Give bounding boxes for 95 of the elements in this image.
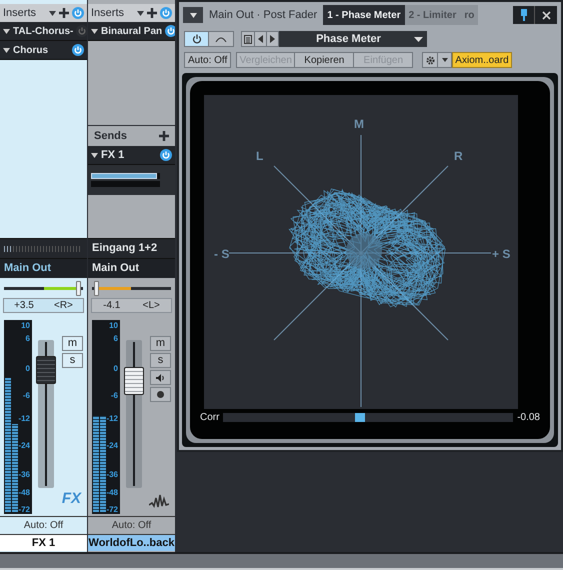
scale-label: -6 <box>110 392 118 400</box>
arc-icon <box>215 36 227 42</box>
plus-icon[interactable] <box>159 131 169 141</box>
scale-label: 10 <box>109 322 118 330</box>
pan-reading: +3.5 <box>14 299 34 313</box>
insert-slot[interactable]: TAL-Chorus- <box>0 22 87 41</box>
fader-handle[interactable] <box>124 367 144 396</box>
track-button[interactable]: s <box>150 353 171 368</box>
axis-label: - S <box>214 246 230 263</box>
waveform-icon <box>149 494 169 508</box>
close-icon <box>542 10 550 20</box>
insert-slot[interactable]: Binaural Pan <box>88 22 175 41</box>
insert-name: TAL-Chorus- <box>13 24 74 38</box>
caret-icon <box>442 58 448 62</box>
menu-button[interactable] <box>183 7 203 23</box>
correlation-label: Corr <box>200 410 220 424</box>
preset-dropdown[interactable]: Phase Meter <box>279 31 427 47</box>
scale-label: -36 <box>106 471 118 480</box>
action-button[interactable]: Kopieren <box>295 52 354 68</box>
record-button[interactable] <box>150 387 171 402</box>
pan-slider[interactable] <box>92 280 171 296</box>
previous-button[interactable] <box>255 31 267 47</box>
caret-icon <box>190 12 196 18</box>
axis-label: + S <box>492 246 510 263</box>
caret-icon <box>414 36 423 42</box>
send-slot[interactable]: FX 1 <box>88 146 175 165</box>
caret-icon[interactable] <box>3 48 10 52</box>
list-button[interactable] <box>241 31 255 47</box>
channel-name[interactable]: FX 1 <box>0 534 87 551</box>
track-button[interactable]: m <box>62 336 83 351</box>
automation-button[interactable]: Auto: Off <box>112 518 152 533</box>
plus-icon[interactable] <box>59 8 69 18</box>
scale-label: 6 <box>26 335 30 344</box>
axis-label: L <box>256 148 264 165</box>
send-name: FX 1 <box>101 148 126 163</box>
power-icon[interactable] <box>160 149 172 161</box>
curve-button[interactable] <box>209 31 234 47</box>
scale-label: -24 <box>18 442 30 450</box>
insert-name: Chorus <box>13 44 49 58</box>
plus-icon[interactable] <box>147 8 157 18</box>
next-button[interactable] <box>267 31 279 47</box>
caret-icon[interactable] <box>91 152 98 158</box>
pan-side: <R> <box>54 299 73 313</box>
track-button[interactable]: m <box>150 336 171 351</box>
record-icon <box>157 391 164 398</box>
caret-icon[interactable] <box>49 10 56 16</box>
settings-icon <box>426 56 435 64</box>
scale-label: -72 <box>106 506 118 514</box>
insert-name: Binaural Pan <box>101 24 162 38</box>
scale-label: -36 <box>18 471 30 480</box>
list-icon <box>244 34 252 44</box>
track-button[interactable]: s <box>62 353 83 368</box>
power-icon <box>192 34 202 44</box>
inserts-label: Inserts <box>3 6 38 21</box>
plugin-window-title: Main Out · Post Fader <box>209 8 318 23</box>
pan-slider[interactable] <box>4 280 83 296</box>
scale-label: -6 <box>22 392 30 400</box>
caret-icon[interactable] <box>91 28 98 34</box>
speaker-button[interactable] <box>150 370 171 385</box>
fx-logo: FX <box>62 488 81 508</box>
inserts-label: Inserts <box>91 6 126 21</box>
scale-label: -48 <box>106 488 118 497</box>
send-level-slider[interactable] <box>91 173 160 179</box>
scale-label: -48 <box>18 488 30 497</box>
channel-name[interactable]: WorldofLo..back <box>88 534 175 551</box>
scale-label: -12 <box>106 414 118 423</box>
plugin-tab[interactable]: 1 - Phase Meter <box>323 5 405 25</box>
right-arrow-icon <box>270 35 275 43</box>
sends-label: Sends <box>94 128 128 144</box>
device-button[interactable]: Axiom..oard <box>452 52 512 68</box>
speaker-icon <box>156 374 165 382</box>
scale-label: -72 <box>18 506 30 514</box>
left-arrow-icon <box>258 35 263 43</box>
automation-button[interactable]: Auto: Off <box>24 518 64 533</box>
caret-icon[interactable] <box>137 10 144 16</box>
automation-button[interactable]: Auto: Off <box>184 52 232 68</box>
scale-label: 10 <box>21 322 30 330</box>
dropdown-button[interactable] <box>438 52 452 68</box>
pan-side: <L> <box>142 299 160 313</box>
scale-label: -12 <box>18 414 30 423</box>
scale-label: 0 <box>26 364 30 372</box>
power-icon[interactable] <box>72 44 84 56</box>
correlation-reading: -0.08 <box>517 410 540 424</box>
axis-label: R <box>454 148 463 165</box>
power-button[interactable] <box>184 31 209 47</box>
pan-reading: -4.1 <box>103 299 120 313</box>
scale-label: -24 <box>106 442 118 450</box>
fader-handle[interactable] <box>36 356 56 384</box>
settings-button[interactable] <box>422 52 438 68</box>
pin-icon <box>520 9 528 21</box>
caret-icon[interactable] <box>3 28 10 34</box>
scale-label: 6 <box>114 335 118 344</box>
axis-label: M <box>354 116 364 133</box>
insert-slot[interactable]: Chorus <box>0 41 87 60</box>
scale-label: 0 <box>114 364 118 372</box>
